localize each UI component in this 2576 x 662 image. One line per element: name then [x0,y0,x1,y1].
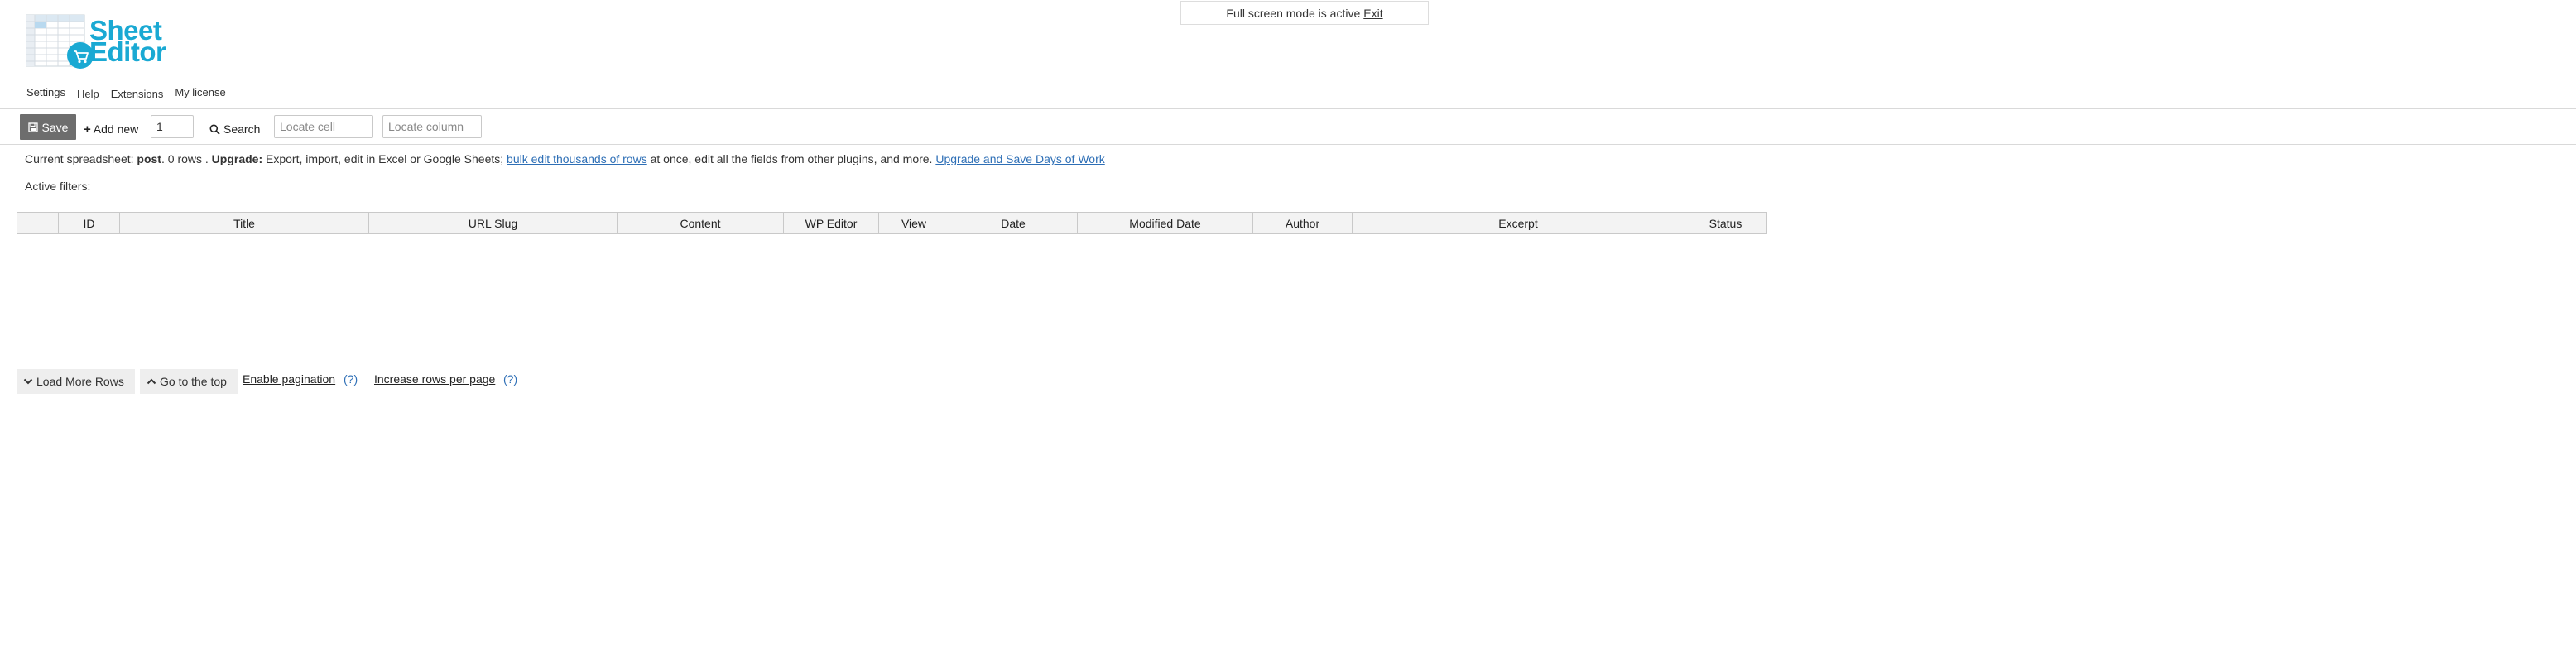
rows-per-page-help-link[interactable]: (?) [503,372,517,386]
column-header-content[interactable]: Content [618,213,784,233]
upgrade-text: Export, import, edit in Excel or Google … [266,152,504,166]
upgrade-middle-text: at once, edit all the fields from other … [650,152,933,166]
locate-column-input[interactable] [382,115,482,138]
exit-fullscreen-link[interactable]: Exit [1363,7,1382,20]
menu-item-my-license[interactable]: My license [175,86,225,98]
plus-icon: + [84,122,91,137]
spreadsheet-info: Current spreadsheet: post. 0 rows . Upgr… [25,152,1105,166]
info-prefix: Current spreadsheet: [25,152,134,166]
search-button[interactable]: Search [209,117,260,142]
column-header-modified-date[interactable]: Modified Date [1078,213,1253,233]
add-new-count-input[interactable] [151,115,194,138]
rows-count-text: . 0 rows . [161,152,209,166]
column-header-author[interactable]: Author [1253,213,1353,233]
add-new-label: Add new [93,122,139,136]
chevron-down-icon [23,378,33,385]
column-header-url-slug[interactable]: URL Slug [369,213,618,233]
save-button[interactable]: Save [20,114,76,140]
load-more-rows-button[interactable]: Load More Rows [17,369,135,394]
toolbar: Save + Add new Search [0,108,2576,145]
sheet-editor-logo: Sheet Editor [25,13,182,73]
post-type: post [137,152,161,166]
spreadsheet-header-row: ID Title URL Slug Content WP Editor View… [17,212,1767,234]
column-header-excerpt[interactable]: Excerpt [1353,213,1684,233]
column-header-id[interactable]: ID [59,213,120,233]
enable-pagination-link[interactable]: Enable pagination [243,372,335,386]
column-header-date[interactable]: Date [949,213,1078,233]
upgrade-label: Upgrade: [211,152,263,166]
locate-cell-input[interactable] [274,115,373,138]
menu-item-settings[interactable]: Settings [26,86,65,98]
bulk-edit-link[interactable]: bulk edit thousands of rows [507,152,647,166]
column-header-view[interactable]: View [879,213,949,233]
menu-item-extensions[interactable]: Extensions [111,88,164,100]
add-new-button[interactable]: + Add new [84,117,138,142]
upgrade-save-link[interactable]: Upgrade and Save Days of Work [935,152,1104,166]
save-icon [27,122,38,132]
column-header-corner[interactable] [17,213,59,233]
search-icon [209,124,220,135]
go-to-top-label: Go to the top [160,375,227,388]
column-header-wp-editor[interactable]: WP Editor [784,213,879,233]
chevron-up-icon [147,378,156,385]
active-filters-label: Active filters: [25,180,91,193]
fullscreen-notice: Full screen mode is active Exit [1180,1,1429,25]
top-menu: Settings Help Extensions My license [26,86,238,100]
increase-rows-per-page-link[interactable]: Increase rows per page [374,372,495,386]
fullscreen-notice-text: Full screen mode is active [1226,6,1361,20]
load-more-label: Load More Rows [36,375,124,388]
go-to-top-button[interactable]: Go to the top [140,369,238,394]
save-button-label: Save [41,120,69,134]
menu-item-help[interactable]: Help [77,88,99,100]
column-header-title[interactable]: Title [120,213,369,233]
pagination-help-link[interactable]: (?) [344,372,358,386]
column-header-status[interactable]: Status [1684,213,1767,233]
search-label: Search [223,122,261,136]
logo-text-editor: Editor [89,36,166,67]
